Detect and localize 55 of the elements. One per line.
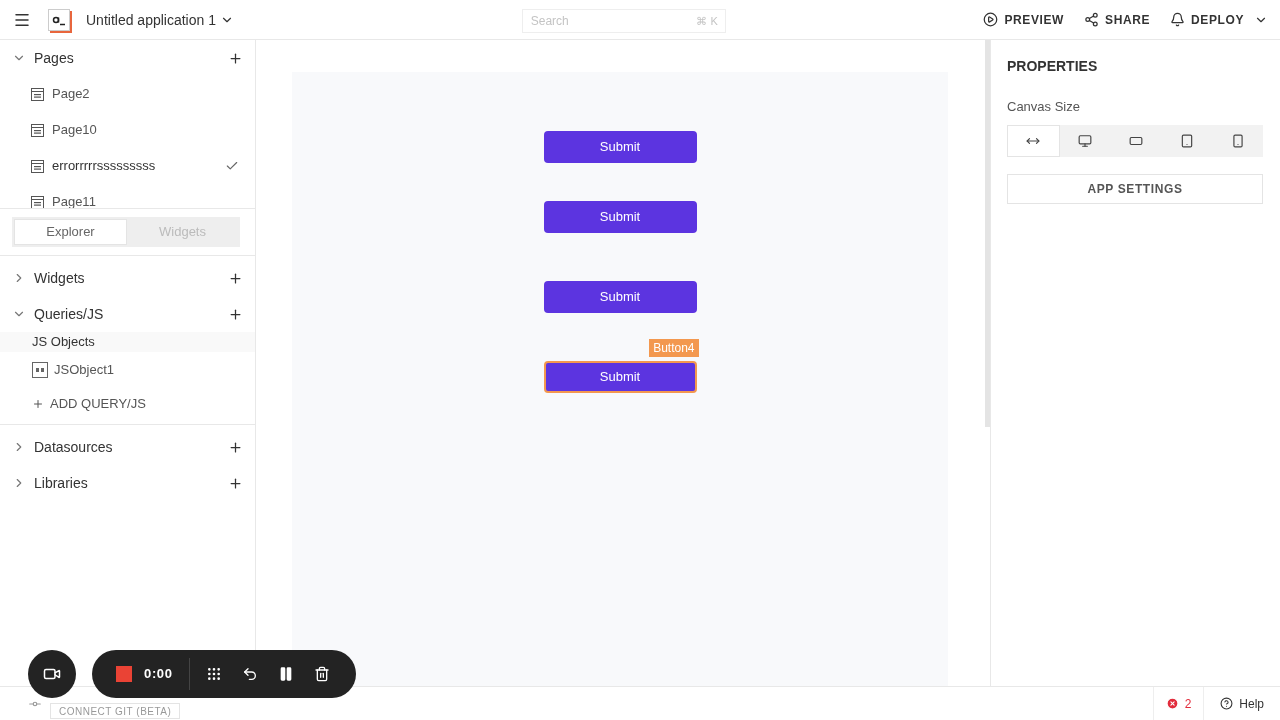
submit-button[interactable]: Submit	[543, 131, 697, 163]
tree-item[interactable]: JSObject1	[0, 352, 255, 388]
group-header: JS Objects	[0, 332, 255, 352]
error-count[interactable]: 2	[1152, 687, 1204, 720]
tablet-icon	[1179, 133, 1194, 148]
field-label: Canvas Size	[1007, 98, 1081, 116]
app-title[interactable]: Untitled application 1	[86, 9, 234, 30]
section-toggle[interactable]: Libraries	[12, 473, 228, 493]
add-query-button[interactable]: ADD QUERY/JS	[0, 388, 146, 420]
error-icon	[1165, 697, 1179, 710]
submit-button[interactable]: Submit	[543, 201, 697, 233]
panel-title: PROPERTIES	[1007, 57, 1099, 76]
page-icon	[31, 87, 44, 101]
page-item[interactable]: Page10	[0, 112, 255, 148]
submit-button[interactable]: Submit	[543, 281, 697, 313]
share-button[interactable]: SHARE	[1084, 10, 1151, 29]
page-item[interactable]: Page2	[0, 76, 255, 112]
trash-icon	[313, 666, 330, 682]
play-icon	[983, 12, 999, 27]
help-button[interactable]: Help	[1203, 687, 1280, 720]
camera-button[interactable]	[28, 650, 76, 698]
monitor-icon	[1078, 133, 1093, 148]
page-item[interactable]: errorrrrrsssssssss	[0, 148, 255, 184]
section-toggle[interactable]: Queries/JS	[12, 304, 228, 324]
delete-button[interactable]	[313, 666, 330, 682]
app-settings-button[interactable]: APP SETTINGS	[1007, 173, 1263, 204]
section-toggle[interactable]: Widgets	[12, 268, 228, 288]
shortcut-hint: ⌘ K	[696, 13, 718, 29]
undo-button[interactable]	[241, 666, 258, 682]
bell-icon	[1170, 12, 1186, 27]
undo-icon	[241, 666, 258, 682]
submit-button[interactable]: Submit	[543, 361, 697, 393]
page-icon	[31, 195, 44, 208]
deploy-button[interactable]: DEPLOY	[1170, 10, 1268, 29]
share-icon	[1084, 12, 1100, 27]
help-icon	[1220, 697, 1234, 710]
add-icon[interactable]	[228, 270, 243, 286]
section-toggle[interactable]: Pages	[12, 48, 228, 68]
preview-button[interactable]: PREVIEW	[983, 10, 1065, 29]
page-icon	[31, 159, 44, 173]
page-icon	[31, 123, 44, 137]
dots-icon	[205, 666, 222, 682]
recording-time: 0:00	[144, 665, 173, 684]
check-icon	[225, 159, 239, 173]
js-file-icon	[32, 362, 48, 378]
add-icon[interactable]	[228, 50, 243, 66]
section-toggle[interactable]: Datasources	[12, 437, 228, 457]
add-icon[interactable]	[228, 475, 243, 491]
add-icon	[32, 398, 44, 410]
app-logo[interactable]	[48, 8, 70, 31]
add-icon[interactable]	[228, 306, 243, 322]
grid-button[interactable]	[205, 666, 222, 682]
add-icon[interactable]	[228, 439, 243, 455]
tab[interactable]: Explorer	[14, 219, 127, 245]
phone-icon	[1230, 133, 1245, 148]
